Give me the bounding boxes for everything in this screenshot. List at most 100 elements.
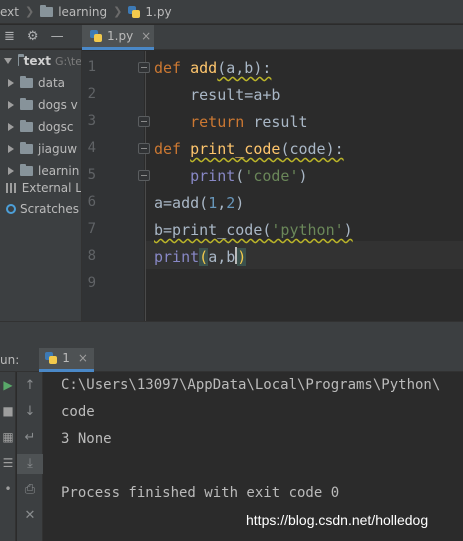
fold-marker-icon[interactable] bbox=[138, 62, 150, 73]
tree-item-data[interactable]: data bbox=[0, 72, 81, 94]
tree-item-label: dogsc bbox=[38, 120, 74, 134]
tree-root-path: G:\te bbox=[54, 54, 82, 68]
code-line[interactable]: def add(a,b): bbox=[154, 58, 271, 78]
run-tab-label: 1 bbox=[62, 351, 70, 365]
tree-item-dogs[interactable]: dogs v bbox=[0, 94, 81, 116]
settings-icon[interactable]: • bbox=[0, 482, 16, 496]
code-token: 2 bbox=[226, 194, 236, 212]
tree-item-label: learnin bbox=[38, 164, 80, 178]
run-panel-label: un: bbox=[0, 352, 20, 367]
code-token: print bbox=[154, 248, 200, 266]
watermark-url: https://blog.csdn.net/holledog bbox=[246, 512, 429, 528]
expand-arrow-icon[interactable] bbox=[8, 145, 14, 153]
folder-icon bbox=[20, 98, 33, 110]
collapse-all-icon[interactable]: ≣ bbox=[4, 29, 15, 44]
tree-item-scratches[interactable]: Scratches bbox=[0, 198, 81, 220]
line-number: 9 bbox=[87, 275, 96, 291]
arrow-up-icon[interactable]: ↑ bbox=[17, 376, 43, 396]
code-token: ) bbox=[298, 167, 308, 185]
breadcrumb-folder[interactable]: learning bbox=[40, 4, 107, 19]
run-side-strip: ▶ ■ ▦ ☰ • bbox=[0, 372, 16, 541]
code-token: result=a+b bbox=[154, 86, 281, 104]
run-panel-header: un: 1 × bbox=[0, 347, 463, 372]
arrow-down-icon[interactable]: ↓ bbox=[17, 402, 43, 422]
tree-root[interactable]: text G:\te bbox=[0, 50, 82, 72]
panel-splitter[interactable] bbox=[0, 321, 463, 348]
folder-icon bbox=[20, 120, 33, 132]
tab-1-py[interactable]: 1.py × bbox=[82, 25, 154, 50]
print-icon[interactable]: ⎙ bbox=[17, 480, 43, 500]
tab-label: 1.py bbox=[107, 29, 134, 43]
line-number: 1 bbox=[87, 59, 96, 75]
line-number: 7 bbox=[87, 221, 96, 237]
tree-item-label: dogs v bbox=[38, 98, 78, 112]
dump-threads-icon[interactable]: ☰ bbox=[0, 456, 16, 470]
fold-marker-icon[interactable] bbox=[138, 170, 150, 181]
folder-icon bbox=[20, 142, 33, 154]
expand-arrow-icon[interactable] bbox=[8, 101, 14, 109]
gear-icon[interactable]: ⚙ bbox=[27, 29, 39, 44]
rerun-icon[interactable]: ▶ bbox=[0, 378, 16, 392]
trash-icon[interactable]: ✕ bbox=[17, 506, 43, 526]
library-icon bbox=[6, 183, 17, 193]
tree-item-external-libraries[interactable]: External L bbox=[0, 177, 81, 199]
tree-item-label: Scratches bbox=[20, 202, 80, 216]
close-icon[interactable]: × bbox=[78, 351, 88, 365]
layout-icon[interactable]: ▦ bbox=[0, 430, 16, 444]
code-token: ) bbox=[235, 194, 245, 212]
close-icon[interactable]: × bbox=[141, 29, 151, 43]
code-line[interactable]: def print_code(code): bbox=[154, 139, 344, 159]
run-toolbar: ↑ ↓ ↵ ⤓ ⎙ ✕ bbox=[17, 372, 43, 541]
console-line: 3 None bbox=[61, 431, 112, 447]
console-line: code bbox=[61, 404, 95, 420]
python-run-icon bbox=[45, 352, 58, 364]
code-token: result bbox=[253, 113, 308, 131]
chevron-right-icon: ❯ bbox=[24, 5, 35, 18]
code-token: b=print_code( bbox=[154, 221, 272, 239]
code-token: print bbox=[154, 167, 236, 185]
breadcrumb-file[interactable]: 1.py bbox=[128, 4, 172, 19]
folder-icon bbox=[40, 4, 54, 17]
line-number: 3 bbox=[87, 113, 96, 129]
fold-marker-icon[interactable] bbox=[138, 143, 150, 154]
code-line[interactable]: result=a+b bbox=[154, 85, 280, 105]
code-token: 'code' bbox=[244, 167, 299, 185]
tree-item-dogsc[interactable]: dogsc bbox=[0, 116, 81, 138]
stop-icon[interactable]: ■ bbox=[0, 404, 16, 418]
expand-arrow-icon[interactable] bbox=[4, 58, 12, 64]
python-file-icon bbox=[90, 30, 102, 42]
code-token: def bbox=[154, 140, 191, 158]
fold-marker-icon[interactable] bbox=[138, 116, 150, 127]
breadcrumb-file-label: 1.py bbox=[145, 4, 172, 19]
expand-arrow-icon[interactable] bbox=[8, 123, 14, 131]
code-token: ) bbox=[343, 221, 353, 239]
code-token: def bbox=[154, 59, 191, 77]
code-token: 'python' bbox=[271, 221, 344, 239]
python-file-icon bbox=[128, 5, 141, 18]
console-line: Process finished with exit code 0 bbox=[61, 485, 340, 501]
soft-wrap-icon[interactable]: ↵ bbox=[17, 428, 43, 448]
code-line[interactable]: b=print_code('python') bbox=[154, 220, 353, 240]
code-token: ( bbox=[199, 248, 209, 266]
code-token: ( bbox=[235, 167, 245, 185]
code-token: print_code bbox=[190, 140, 281, 158]
expand-arrow-icon[interactable] bbox=[8, 79, 14, 87]
breadcrumb-project[interactable]: ext bbox=[0, 5, 19, 19]
code-line[interactable]: print('code') bbox=[154, 166, 308, 186]
line-number: 5 bbox=[87, 167, 96, 183]
tree-item-jiaguw[interactable]: jiaguw bbox=[0, 138, 81, 160]
code-token: a=add( bbox=[154, 194, 209, 212]
line-number: 4 bbox=[87, 140, 96, 156]
run-tab-1[interactable]: 1 × bbox=[39, 347, 94, 372]
hide-panel-icon[interactable]: — bbox=[51, 29, 64, 44]
code-line[interactable]: return result bbox=[154, 112, 308, 132]
expand-arrow-icon[interactable] bbox=[8, 167, 14, 175]
code-line[interactable]: print(a,b) bbox=[154, 247, 247, 267]
line-number: 6 bbox=[87, 194, 96, 210]
code-token: , bbox=[217, 194, 227, 212]
scroll-to-end-icon[interactable]: ⤓ bbox=[17, 454, 43, 474]
code-token: 1 bbox=[208, 194, 218, 212]
code-line[interactable]: a=add(1,2) bbox=[154, 193, 244, 213]
folder-icon bbox=[18, 54, 22, 66]
breadcrumb-project-label: ext bbox=[0, 4, 19, 19]
